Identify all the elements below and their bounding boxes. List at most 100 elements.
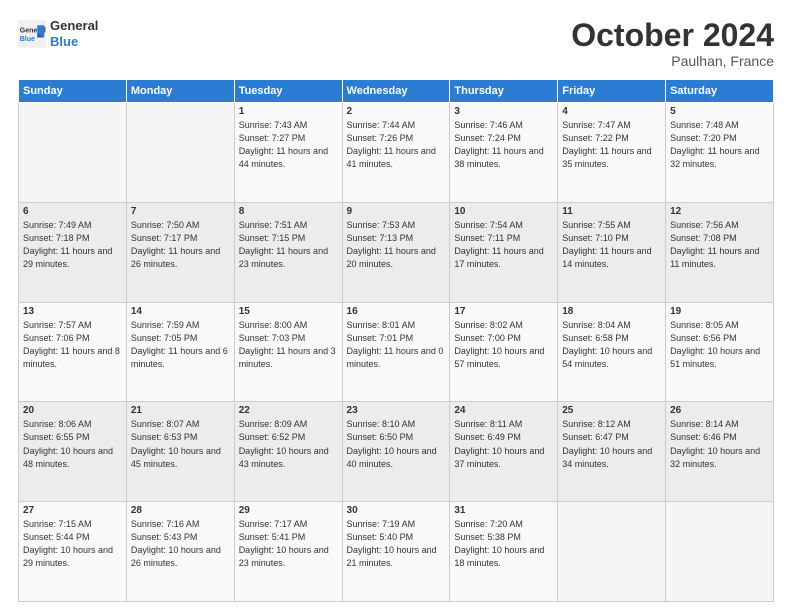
day-cell	[666, 502, 774, 602]
day-header-wednesday: Wednesday	[342, 80, 450, 103]
day-cell	[126, 103, 234, 203]
day-number: 14	[131, 306, 230, 317]
calendar-table: SundayMondayTuesdayWednesdayThursdayFrid…	[18, 79, 774, 602]
day-info: Sunrise: 8:10 AMSunset: 6:50 PMDaylight:…	[347, 418, 446, 470]
day-number: 1	[239, 106, 338, 117]
day-cell: 14 Sunrise: 7:59 AMSunset: 7:05 PMDayligh…	[126, 302, 234, 402]
day-number: 18	[562, 306, 661, 317]
day-number: 27	[23, 505, 122, 516]
day-number: 4	[562, 106, 661, 117]
day-number: 2	[347, 106, 446, 117]
day-number: 17	[454, 306, 553, 317]
day-cell: 2 Sunrise: 7:44 AMSunset: 7:26 PMDaylight…	[342, 103, 450, 203]
day-number: 7	[131, 206, 230, 217]
day-info: Sunrise: 8:00 AMSunset: 7:03 PMDaylight:…	[239, 319, 338, 371]
week-row-1: 1 Sunrise: 7:43 AMSunset: 7:27 PMDaylight…	[19, 103, 774, 203]
week-row-5: 27 Sunrise: 7:15 AMSunset: 5:44 PMDayligh…	[19, 502, 774, 602]
day-number: 3	[454, 106, 553, 117]
logo-line2: Blue	[50, 34, 98, 50]
logo-icon: General Blue	[18, 20, 46, 48]
day-info: Sunrise: 7:53 AMSunset: 7:13 PMDaylight:…	[347, 219, 446, 271]
logo-text: General Blue	[50, 18, 98, 49]
day-cell: 18 Sunrise: 8:04 AMSunset: 6:58 PMDayligh…	[558, 302, 666, 402]
day-info: Sunrise: 7:48 AMSunset: 7:20 PMDaylight:…	[670, 119, 769, 171]
day-cell	[19, 103, 127, 203]
day-info: Sunrise: 7:17 AMSunset: 5:41 PMDaylight:…	[239, 518, 338, 570]
day-cell: 9Sunrise: 7:53 AMSunset: 7:13 PMDaylight…	[342, 202, 450, 302]
day-header-friday: Friday	[558, 80, 666, 103]
day-cell: 21 Sunrise: 8:07 AMSunset: 6:53 PMDayligh…	[126, 402, 234, 502]
day-info: Sunrise: 8:09 AMSunset: 6:52 PMDaylight:…	[239, 418, 338, 470]
day-number: 11	[562, 206, 661, 217]
day-cell: 10 Sunrise: 7:54 AMSunset: 7:11 PMDayligh…	[450, 202, 558, 302]
day-number: 24	[454, 405, 553, 416]
day-info: Sunrise: 8:04 AMSunset: 6:58 PMDaylight:…	[562, 319, 661, 371]
day-cell: 30 Sunrise: 7:19 AMSunset: 5:40 PMDayligh…	[342, 502, 450, 602]
logo: General Blue General Blue	[18, 18, 98, 49]
day-info: Sunrise: 7:19 AMSunset: 5:40 PMDaylight:…	[347, 518, 446, 570]
day-cell: 19Sunrise: 8:05 AMSunset: 6:56 PMDayligh…	[666, 302, 774, 402]
day-info: Sunrise: 7:46 AMSunset: 7:24 PMDaylight:…	[454, 119, 553, 171]
day-number: 6	[23, 206, 122, 217]
day-cell: 4Sunrise: 7:47 AMSunset: 7:22 PMDaylight…	[558, 103, 666, 203]
week-row-4: 20Sunrise: 8:06 AMSunset: 6:55 PMDayligh…	[19, 402, 774, 502]
location: Paulhan, France	[571, 53, 774, 69]
day-number: 22	[239, 405, 338, 416]
day-info: Sunrise: 7:56 AMSunset: 7:08 PMDaylight:…	[670, 219, 769, 271]
day-cell: 7Sunrise: 7:50 AMSunset: 7:17 PMDaylight…	[126, 202, 234, 302]
header: General Blue General Blue October 2024 P…	[18, 18, 774, 69]
day-cell: 22 Sunrise: 8:09 AMSunset: 6:52 PMDayligh…	[234, 402, 342, 502]
day-info: Sunrise: 8:05 AMSunset: 6:56 PMDaylight:…	[670, 319, 769, 371]
day-cell: 29 Sunrise: 7:17 AMSunset: 5:41 PMDayligh…	[234, 502, 342, 602]
day-cell: 16Sunrise: 8:01 AMSunset: 7:01 PMDayligh…	[342, 302, 450, 402]
day-number: 23	[347, 405, 446, 416]
day-cell: 17 Sunrise: 8:02 AMSunset: 7:00 PMDayligh…	[450, 302, 558, 402]
day-cell: 23 Sunrise: 8:10 AMSunset: 6:50 PMDayligh…	[342, 402, 450, 502]
day-info: Sunrise: 8:02 AMSunset: 7:00 PMDaylight:…	[454, 319, 553, 371]
day-cell: 25 Sunrise: 8:12 AMSunset: 6:47 PMDayligh…	[558, 402, 666, 502]
page: General Blue General Blue October 2024 P…	[0, 0, 792, 612]
day-number: 25	[562, 405, 661, 416]
day-info: Sunrise: 7:16 AMSunset: 5:43 PMDaylight:…	[131, 518, 230, 570]
day-header-thursday: Thursday	[450, 80, 558, 103]
day-cell: 15Sunrise: 8:00 AMSunset: 7:03 PMDayligh…	[234, 302, 342, 402]
day-number: 12	[670, 206, 769, 217]
day-cell: 28Sunrise: 7:16 AMSunset: 5:43 PMDayligh…	[126, 502, 234, 602]
day-cell: 26 Sunrise: 8:14 AMSunset: 6:46 PMDayligh…	[666, 402, 774, 502]
day-cell: 11Sunrise: 7:55 AMSunset: 7:10 PMDayligh…	[558, 202, 666, 302]
day-cell: 27 Sunrise: 7:15 AMSunset: 5:44 PMDayligh…	[19, 502, 127, 602]
day-info: Sunrise: 7:54 AMSunset: 7:11 PMDaylight:…	[454, 219, 553, 271]
day-cell: 24Sunrise: 8:11 AMSunset: 6:49 PMDayligh…	[450, 402, 558, 502]
day-number: 26	[670, 405, 769, 416]
day-info: Sunrise: 7:44 AMSunset: 7:26 PMDaylight:…	[347, 119, 446, 171]
day-number: 29	[239, 505, 338, 516]
day-number: 31	[454, 505, 553, 516]
day-cell: 6Sunrise: 7:49 AMSunset: 7:18 PMDaylight…	[19, 202, 127, 302]
day-info: Sunrise: 8:07 AMSunset: 6:53 PMDaylight:…	[131, 418, 230, 470]
day-cell: 1 Sunrise: 7:43 AMSunset: 7:27 PMDaylight…	[234, 103, 342, 203]
day-header-saturday: Saturday	[666, 80, 774, 103]
day-info: Sunrise: 7:15 AMSunset: 5:44 PMDaylight:…	[23, 518, 122, 570]
day-info: Sunrise: 7:57 AMSunset: 7:06 PMDaylight:…	[23, 319, 122, 371]
day-number: 10	[454, 206, 553, 217]
day-number: 20	[23, 405, 122, 416]
week-row-2: 6Sunrise: 7:49 AMSunset: 7:18 PMDaylight…	[19, 202, 774, 302]
day-header-sunday: Sunday	[19, 80, 127, 103]
day-cell: 8Sunrise: 7:51 AMSunset: 7:15 PMDaylight…	[234, 202, 342, 302]
title-area: October 2024 Paulhan, France	[571, 18, 774, 69]
day-number: 30	[347, 505, 446, 516]
day-cell: 13Sunrise: 7:57 AMSunset: 7:06 PMDayligh…	[19, 302, 127, 402]
day-cell: 20Sunrise: 8:06 AMSunset: 6:55 PMDayligh…	[19, 402, 127, 502]
day-number: 5	[670, 106, 769, 117]
day-header-monday: Monday	[126, 80, 234, 103]
day-number: 21	[131, 405, 230, 416]
month-title: October 2024	[571, 18, 774, 53]
day-cell: 31Sunrise: 7:20 AMSunset: 5:38 PMDayligh…	[450, 502, 558, 602]
day-number: 8	[239, 206, 338, 217]
day-info: Sunrise: 7:43 AMSunset: 7:27 PMDaylight:…	[239, 119, 338, 171]
day-info: Sunrise: 7:59 AMSunset: 7:05 PMDaylight:…	[131, 319, 230, 371]
day-info: Sunrise: 8:12 AMSunset: 6:47 PMDaylight:…	[562, 418, 661, 470]
day-info: Sunrise: 8:14 AMSunset: 6:46 PMDaylight:…	[670, 418, 769, 470]
day-header-tuesday: Tuesday	[234, 80, 342, 103]
day-cell: 12 Sunrise: 7:56 AMSunset: 7:08 PMDayligh…	[666, 202, 774, 302]
